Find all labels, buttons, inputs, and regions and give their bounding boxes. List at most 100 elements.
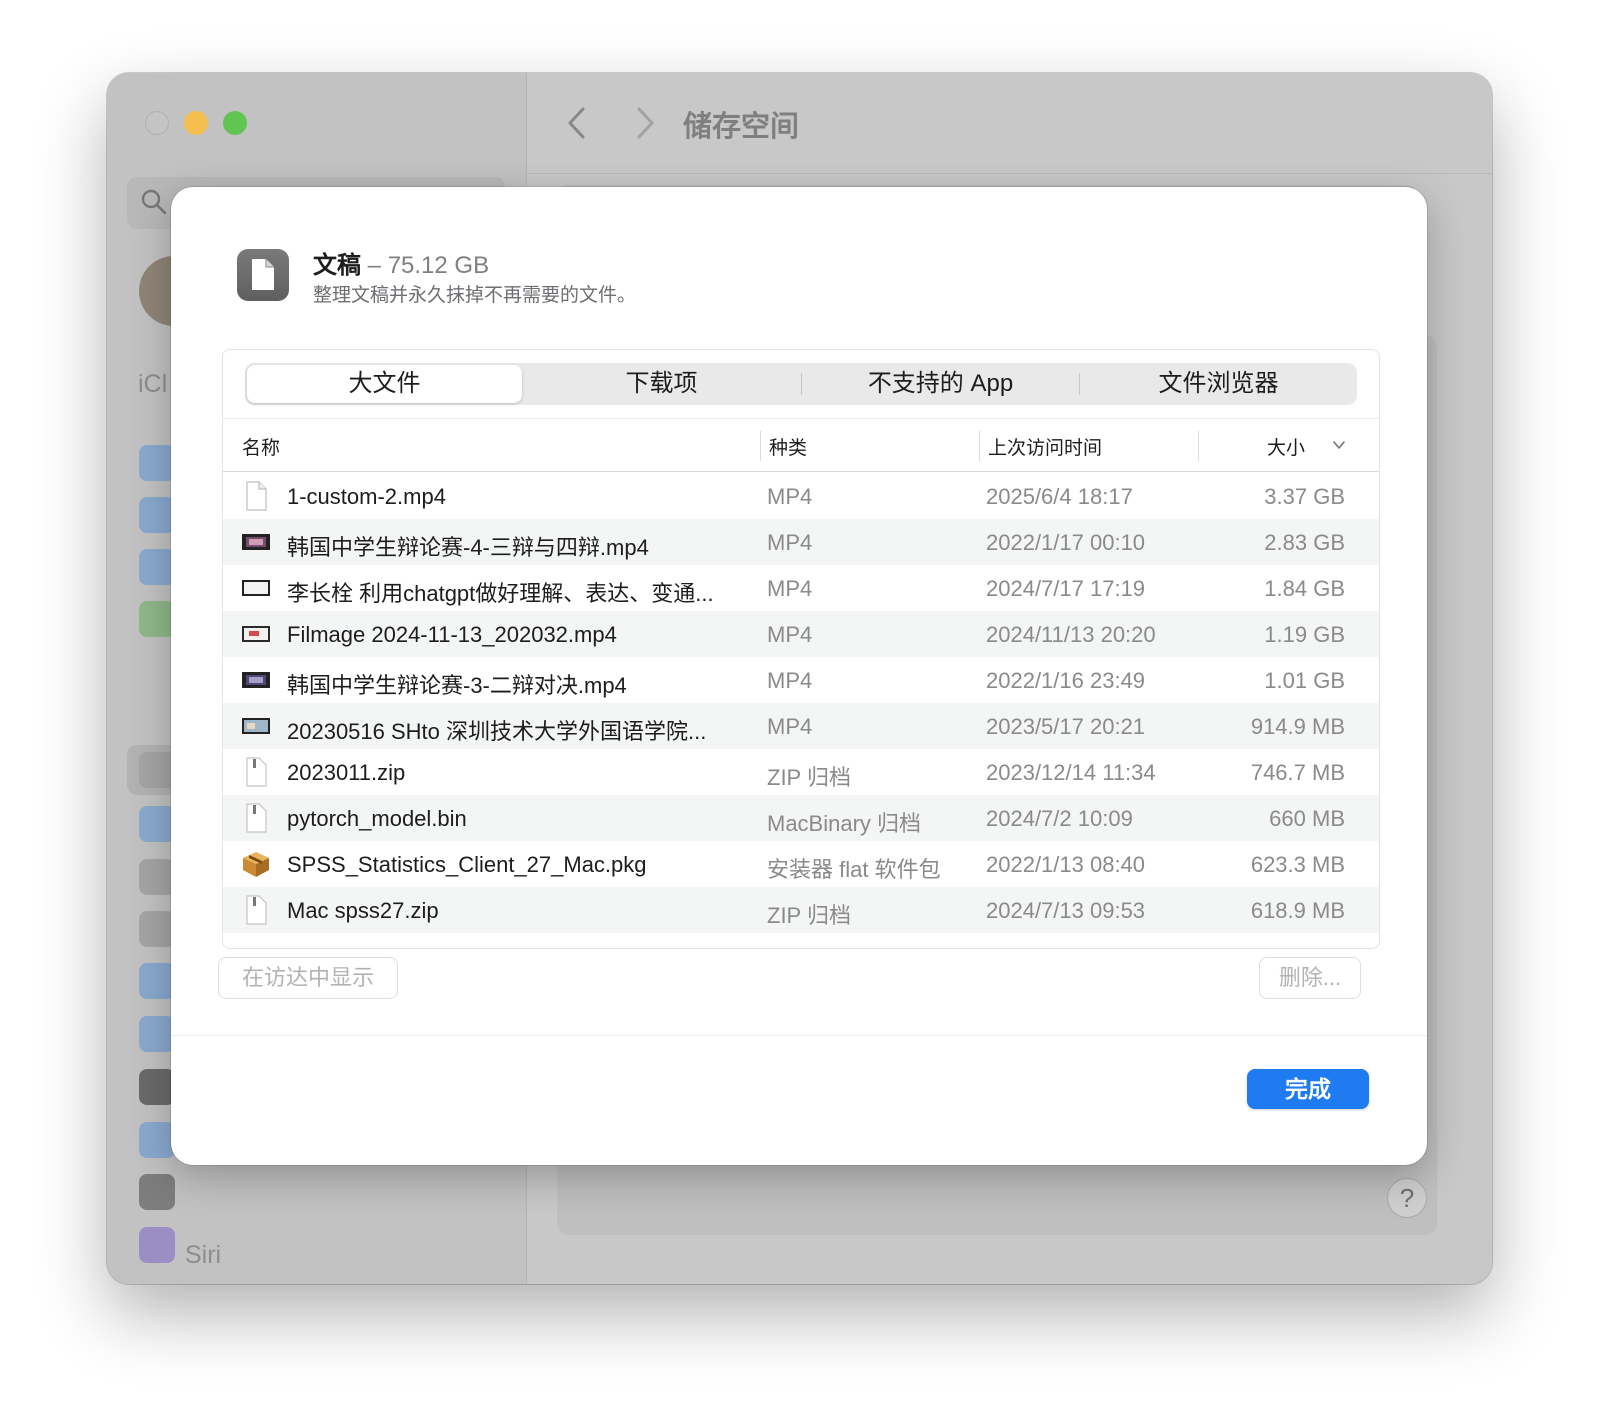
delete-button[interactable]: 删除...	[1259, 957, 1361, 999]
back-chevron-icon[interactable]	[557, 103, 597, 143]
file-date: 2024/7/13 09:53	[986, 898, 1146, 923]
table-row[interactable]: 韩国中学生辩论赛-3-二辩对决.mp4 MP4 2022/1/16 23:49 …	[223, 657, 1379, 703]
minimize-window-button[interactable]	[184, 111, 208, 135]
zip-archive-icon	[246, 895, 267, 925]
file-name: 20230516 SHto 深圳技术大学外国语学院...	[287, 719, 707, 744]
column-divider[interactable]	[760, 431, 761, 461]
table-row[interactable]: 2023011.zip ZIP 归档 2023/12/14 11:34 746.…	[223, 749, 1379, 795]
table-row[interactable]: Filmage 2024-11-13_202032.mp4 MP4 2024/1…	[223, 611, 1379, 657]
wallpaper-icon[interactable]	[139, 1016, 175, 1052]
zip-archive-icon	[246, 803, 267, 833]
battery-icon[interactable]	[139, 601, 175, 637]
file-table: 大文件 下载项 不支持的 App 文件浏览器 名称 种类 上次访问时间 大小 1…	[222, 349, 1380, 949]
package-icon	[243, 852, 269, 877]
file-kind: ZIP 归档	[767, 765, 851, 790]
help-button[interactable]: ?	[1387, 1178, 1427, 1218]
column-header-kind[interactable]: 种类	[769, 433, 807, 460]
file-size: 746.7 MB	[1250, 760, 1345, 785]
done-button[interactable]: 完成	[1247, 1069, 1369, 1109]
network-icon[interactable]	[139, 549, 175, 585]
displays-icon[interactable]	[139, 1122, 175, 1158]
file-name: Filmage 2024-11-13_202032.mp4	[287, 622, 617, 647]
sheet-title: 文稿 – 75.12 GB	[313, 245, 489, 280]
file-size: 1.84 GB	[1264, 576, 1345, 601]
screen-saver-icon[interactable]	[139, 1174, 175, 1210]
column-header-size[interactable]: 大小	[1267, 433, 1305, 460]
file-name: 韩国中学生辩论赛-4-三辩与四辩.mp4	[287, 535, 649, 560]
file-size: 914.9 MB	[1250, 714, 1345, 739]
window-title: 储存空间	[683, 111, 800, 143]
file-date: 2023/5/17 20:21	[986, 714, 1146, 739]
table-row[interactable]: pytorch_model.bin MacBinary 归档 2024/7/2 …	[223, 795, 1379, 841]
column-header-row: 名称 种类 上次访问时间 大小	[223, 418, 1379, 472]
file-size: 3.37 GB	[1264, 484, 1345, 509]
category-size: – 75.12 GB	[367, 252, 490, 279]
maximize-window-button[interactable]	[223, 111, 247, 135]
category-name: 文稿	[313, 252, 361, 279]
table-row[interactable]: SPSS_Statistics_Client_27_Mac.pkg 安装器 fl…	[223, 841, 1379, 887]
video-thumbnail-icon	[242, 626, 270, 642]
gear-icon[interactable]	[139, 752, 175, 788]
video-thumbnail-icon	[242, 672, 270, 688]
video-thumbnail-icon	[242, 718, 270, 734]
column-header-last-opened[interactable]: 上次访问时间	[988, 433, 1102, 460]
bluetooth-icon[interactable]	[139, 497, 175, 533]
tab-file-browser[interactable]: 文件浏览器	[1081, 365, 1356, 403]
file-kind: MP4	[767, 622, 813, 647]
chevron-down-icon[interactable]	[1331, 437, 1347, 453]
column-divider[interactable]	[979, 431, 980, 461]
blank-document-icon	[246, 481, 267, 511]
footer-divider	[171, 1035, 1427, 1036]
show-in-finder-button[interactable]: 在访达中显示	[218, 957, 398, 999]
file-size: 623.3 MB	[1250, 852, 1345, 877]
table-row[interactable]: 1-custom-2.mp4 MP4 2025/6/4 18:17 3.37 G…	[223, 473, 1379, 519]
document-icon	[237, 249, 289, 301]
sidebar-icloud-label: iCl	[138, 370, 168, 398]
appearance-icon[interactable]	[139, 1069, 175, 1105]
file-date: 2025/6/4 18:17	[986, 484, 1133, 509]
table-row[interactable]: Mac spss27.zip ZIP 归档 2024/7/13 09:53 61…	[223, 887, 1379, 933]
file-kind: MP4	[767, 484, 813, 509]
table-row[interactable]: 20230516 SHto 深圳技术大学外国语学院... MP4 2023/5/…	[223, 703, 1379, 749]
wifi-icon[interactable]	[139, 445, 175, 481]
siri-icon[interactable]	[139, 1227, 175, 1263]
sheet-subtitle: 整理文稿并永久抹掉不再需要的文件。	[313, 285, 637, 306]
table-row[interactable]: 韩国中学生辩论赛-4-三辩与四辩.mp4 MP4 2022/1/17 00:10…	[223, 519, 1379, 565]
file-date: 2024/7/17 17:19	[986, 576, 1146, 601]
toolbar-divider	[527, 173, 1492, 174]
file-kind: 安装器 flat 软件包	[767, 857, 941, 882]
file-kind: ZIP 归档	[767, 903, 851, 928]
control-center-icon[interactable]	[139, 911, 175, 947]
file-date: 2023/12/14 11:34	[986, 760, 1156, 785]
file-kind: MP4	[767, 576, 813, 601]
accessibility-icon[interactable]	[139, 806, 175, 842]
file-name: 韩国中学生辩论赛-3-二辩对决.mp4	[287, 673, 627, 698]
search-icon	[141, 189, 167, 215]
tab-downloads[interactable]: 下载项	[524, 365, 799, 403]
file-size: 618.9 MB	[1250, 898, 1345, 923]
zip-archive-icon	[246, 757, 267, 787]
file-size: 1.01 GB	[1264, 668, 1345, 693]
tab-unsupported-apps[interactable]: 不支持的 App	[803, 365, 1078, 403]
tab-large-files[interactable]: 大文件	[247, 365, 522, 403]
desktop-dock-icon[interactable]	[139, 963, 175, 999]
file-name: SPSS_Statistics_Client_27_Mac.pkg	[287, 852, 647, 877]
segment-divider	[1079, 373, 1080, 395]
file-kind: MP4	[767, 714, 813, 739]
file-kind: MP4	[767, 530, 813, 555]
column-header-name[interactable]: 名称	[242, 433, 280, 460]
column-divider[interactable]	[1198, 431, 1199, 461]
spotlight-icon[interactable]	[139, 859, 175, 895]
file-date: 2024/7/2 10:09	[986, 806, 1133, 831]
file-size: 660 MB	[1269, 806, 1345, 831]
close-window-button[interactable]	[145, 111, 169, 135]
video-thumbnail-icon	[242, 580, 270, 596]
sidebar-item-siri[interactable]: Siri	[185, 1241, 221, 1270]
documents-sheet: 文稿 – 75.12 GB 整理文稿并永久抹掉不再需要的文件。 大文件 下载项 …	[171, 187, 1427, 1165]
forward-chevron-icon[interactable]	[625, 103, 665, 143]
table-row[interactable]: 李长栓 利用chatgpt做好理解、表达、变通... MP4 2024/7/17…	[223, 565, 1379, 611]
file-name: 李长栓 利用chatgpt做好理解、表达、变通...	[287, 581, 714, 606]
file-name: 1-custom-2.mp4	[287, 484, 446, 509]
video-thumbnail-icon	[242, 534, 270, 550]
file-name: 2023011.zip	[287, 760, 406, 785]
